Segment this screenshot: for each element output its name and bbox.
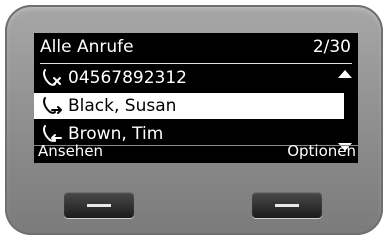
- display-screen: Alle Anrufe 2/30 04567892312 Black, Susa…: [34, 33, 358, 163]
- key-bar-icon: [87, 204, 111, 207]
- call-label: Black, Susan: [68, 96, 177, 116]
- right-softkey-button[interactable]: [252, 192, 322, 218]
- key-bar-icon: [275, 204, 299, 207]
- screen-title: Alle Anrufe: [40, 37, 134, 57]
- call-list-item-selected[interactable]: Black, Susan: [34, 93, 344, 119]
- call-list-item[interactable]: 04567892312: [34, 65, 344, 91]
- page-indicator: 2/30: [312, 37, 351, 57]
- left-softkey-button[interactable]: [64, 192, 134, 218]
- header-divider: [40, 63, 352, 64]
- outgoing-call-icon: [43, 97, 62, 114]
- call-label: 04567892312: [68, 68, 187, 88]
- softkey-bar: Ansehen Optionen: [34, 142, 358, 163]
- call-label: Brown, Tim: [68, 124, 164, 144]
- screen-header: Alle Anrufe 2/30: [34, 33, 358, 63]
- scroll-up-icon[interactable]: [338, 70, 352, 78]
- missed-call-icon: [43, 69, 61, 86]
- softkey-right-label: Optionen: [287, 142, 356, 160]
- softkey-left-label: Ansehen: [38, 142, 104, 160]
